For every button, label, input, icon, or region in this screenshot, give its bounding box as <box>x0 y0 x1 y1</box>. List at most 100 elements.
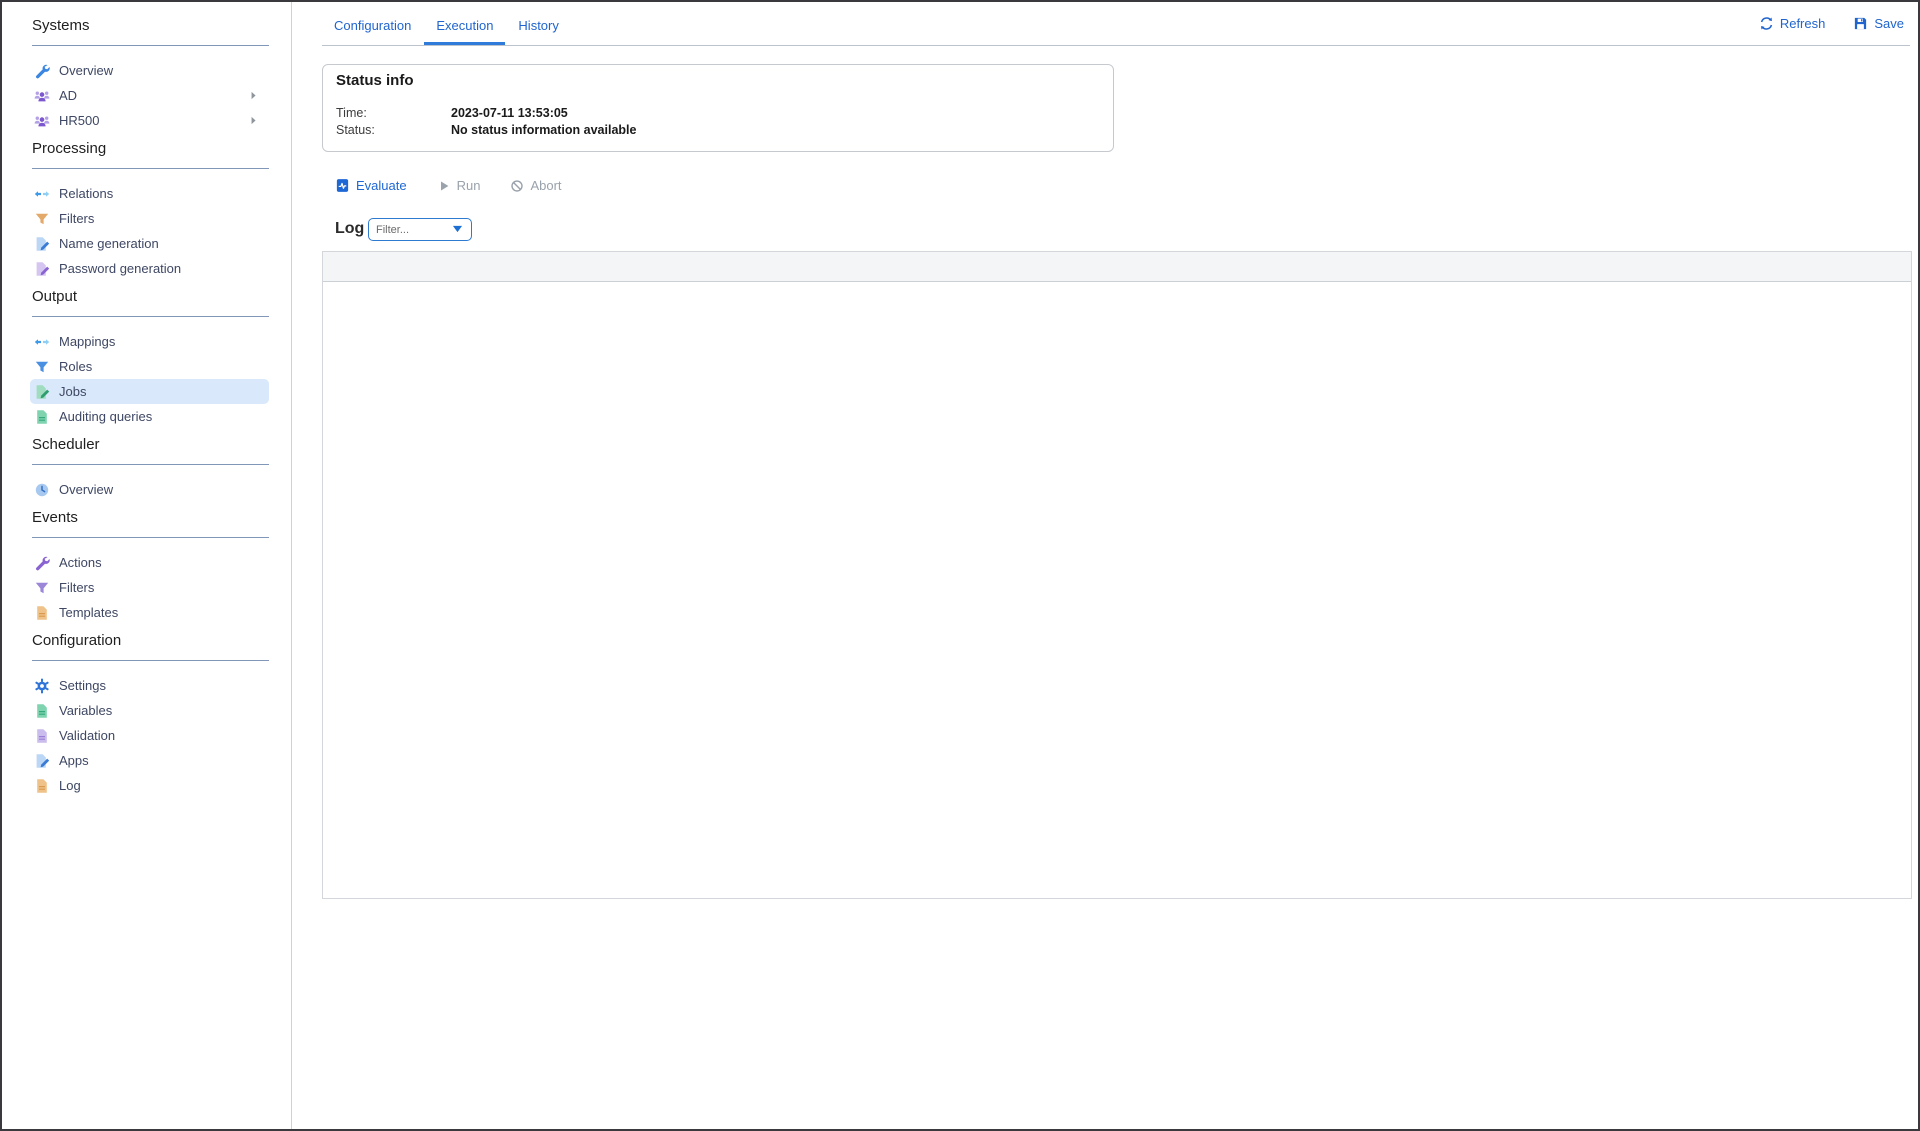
status-time-label: Time: <box>336 106 367 120</box>
sidebar-section-scheduler: Scheduler Overview <box>2 435 291 502</box>
funnel-icon <box>34 359 50 375</box>
run-label: Run <box>457 178 481 193</box>
evaluate-label: Evaluate <box>356 178 407 193</box>
sidebar-item-label: Roles <box>59 359 92 374</box>
sidebar-item-relations[interactable]: Relations <box>30 181 269 206</box>
app-window: Systems Overview AD HR500 <box>0 0 1920 1131</box>
save-button[interactable]: Save <box>1853 16 1904 31</box>
sidebar-section-output: Output Mappings Roles Jobs Auditing que <box>2 287 291 429</box>
status-status-value: No status information available <box>451 123 636 137</box>
sidebar-item-label: HR500 <box>59 113 99 128</box>
sidebar-section-configuration: Configuration Settings Variables Validat… <box>2 631 291 798</box>
status-info-panel: Status info Time: 2023-07-11 13:53:05 St… <box>322 64 1114 152</box>
sidebar: Systems Overview AD HR500 <box>2 2 292 1129</box>
doc-pencil-icon <box>34 384 50 400</box>
users-icon <box>34 88 50 104</box>
sidebar-item-roles[interactable]: Roles <box>30 354 269 379</box>
wrench-icon <box>34 555 50 571</box>
sidebar-section-systems: Systems Overview AD HR500 <box>2 16 291 133</box>
section-divider <box>32 168 269 169</box>
sidebar-item-label: Apps <box>59 753 89 768</box>
sidebar-item-variables[interactable]: Variables <box>30 698 269 723</box>
sidebar-list: Mappings Roles Jobs Auditing queries <box>30 329 291 429</box>
sidebar-section-title: Configuration <box>32 631 291 651</box>
sidebar-item-apps[interactable]: Apps <box>30 748 269 773</box>
top-actions: Refresh Save <box>1759 16 1904 31</box>
status-time-row: Time: 2023-07-11 13:53:05 <box>336 106 367 120</box>
sidebar-item-mappings[interactable]: Mappings <box>30 329 269 354</box>
sidebar-item-overview-scheduler[interactable]: Overview <box>30 477 269 502</box>
sidebar-item-settings[interactable]: Settings <box>30 673 269 698</box>
sidebar-item-auditing-queries[interactable]: Auditing queries <box>30 404 269 429</box>
chevron-right-icon[interactable] <box>248 90 259 101</box>
status-status-label: Status: <box>336 123 375 137</box>
doc-pencil-icon <box>34 261 50 277</box>
sidebar-item-ad[interactable]: AD <box>30 83 269 108</box>
sidebar-item-jobs[interactable]: Jobs <box>30 379 269 404</box>
sidebar-section-title: Output <box>32 287 291 307</box>
abort-icon <box>510 179 524 193</box>
doc-icon <box>34 778 50 794</box>
refresh-button[interactable]: Refresh <box>1759 16 1826 31</box>
sidebar-item-actions[interactable]: Actions <box>30 550 269 575</box>
relations-icon <box>34 186 50 202</box>
wrench-icon <box>34 63 50 79</box>
sidebar-list: Actions Filters Templates <box>30 550 291 625</box>
funnel-icon <box>34 211 50 227</box>
sidebar-list: Overview <box>30 477 291 502</box>
sidebar-item-validation[interactable]: Validation <box>30 723 269 748</box>
sidebar-item-label: Password generation <box>59 261 181 276</box>
log-title: Log <box>335 220 364 238</box>
sidebar-item-label: Filters <box>59 580 94 595</box>
save-label: Save <box>1874 16 1904 31</box>
sidebar-item-label: Mappings <box>59 334 115 349</box>
users-icon <box>34 113 50 129</box>
sidebar-item-filters-processing[interactable]: Filters <box>30 206 269 231</box>
sidebar-section-title: Events <box>32 508 291 528</box>
doc-icon <box>34 409 50 425</box>
evaluate-button[interactable]: Evaluate <box>335 178 407 193</box>
doc-icon <box>34 605 50 621</box>
sidebar-item-label: Settings <box>59 678 106 693</box>
chevron-right-icon[interactable] <box>248 115 259 126</box>
save-icon <box>1853 16 1868 31</box>
log-filter-select[interactable]: Filter... <box>368 218 472 241</box>
sidebar-item-hr500[interactable]: HR500 <box>30 108 269 133</box>
section-divider <box>32 45 269 46</box>
funnel-icon <box>34 580 50 596</box>
log-filter-placeholder: Filter... <box>376 224 445 236</box>
sidebar-item-name-generation[interactable]: Name generation <box>30 231 269 256</box>
abort-label: Abort <box>530 178 561 193</box>
run-button[interactable]: Run <box>437 178 481 193</box>
sidebar-item-templates[interactable]: Templates <box>30 600 269 625</box>
status-info-title: Status info <box>336 72 414 89</box>
sidebar-item-password-generation[interactable]: Password generation <box>30 256 269 281</box>
sidebar-item-log[interactable]: Log <box>30 773 269 798</box>
status-time-value: 2023-07-11 13:53:05 <box>451 106 568 120</box>
sidebar-item-label: Validation <box>59 728 115 743</box>
sidebar-item-label: Actions <box>59 555 102 570</box>
section-divider <box>32 316 269 317</box>
tab-bar: Configuration Execution History <box>322 14 571 45</box>
abort-button[interactable]: Abort <box>510 178 561 193</box>
sidebar-item-label: Jobs <box>59 384 86 399</box>
log-panel <box>322 251 1912 899</box>
tab-configuration[interactable]: Configuration <box>322 14 423 45</box>
sidebar-section-title: Scheduler <box>32 435 291 455</box>
sidebar-item-label: Templates <box>59 605 118 620</box>
section-divider <box>32 537 269 538</box>
section-divider <box>32 464 269 465</box>
doc-pencil-icon <box>34 236 50 252</box>
status-status-row: Status: No status information available <box>336 123 375 137</box>
sidebar-item-overview[interactable]: Overview <box>30 58 269 83</box>
tab-execution[interactable]: Execution <box>424 14 505 45</box>
sidebar-item-filters-events[interactable]: Filters <box>30 575 269 600</box>
clock-icon <box>34 482 50 498</box>
refresh-icon <box>1759 16 1774 31</box>
sidebar-item-label: Overview <box>59 63 113 78</box>
doc-pencil-icon <box>34 753 50 769</box>
tab-history[interactable]: History <box>506 14 570 45</box>
play-icon <box>437 179 451 193</box>
sidebar-section-processing: Processing Relations Filters Name genera… <box>2 139 291 281</box>
sidebar-list: Relations Filters Name generation Passwo… <box>30 181 291 281</box>
